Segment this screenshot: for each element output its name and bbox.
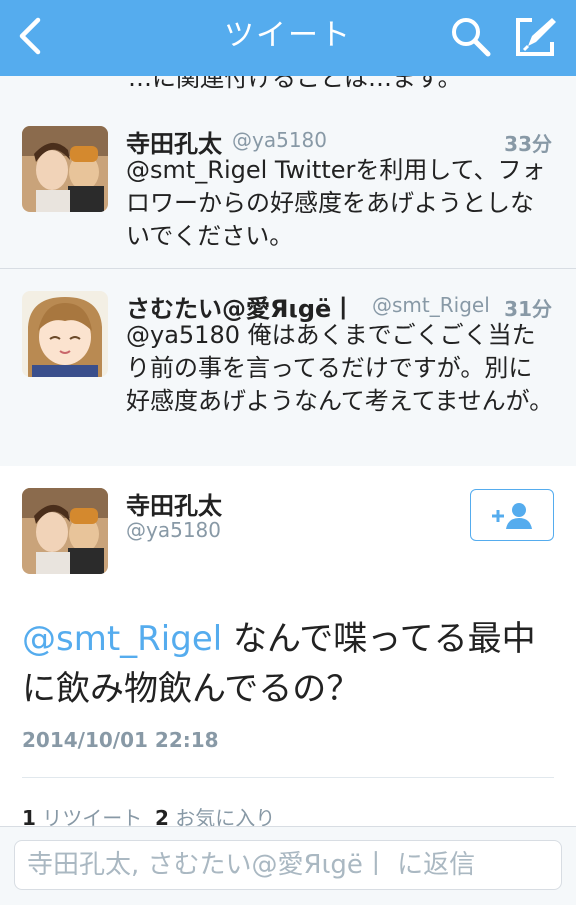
tweet-text: @ya5180 俺はあくまでごくごく当たり前の事を言ってるだけですが。別に好感度… xyxy=(126,321,554,415)
tweet-detail: 寺田孔太 @ya5180 @smt_Rigel なんで喋ってる最中に飲み物飲んで… xyxy=(0,466,576,830)
reply-bar xyxy=(0,826,576,905)
tweet-item[interactable]: さむたい@愛Яιgё丨 @smt_Rigel 31分 @ya5180 俺はあくま… xyxy=(0,269,576,467)
tweet-item[interactable]: 寺田孔太 @ya5180 33分 @smt_Rigel Twitterを利用して… xyxy=(0,104,576,269)
add-user-icon xyxy=(491,502,532,529)
detail-author-name: 寺田孔太 xyxy=(126,492,222,520)
divider xyxy=(22,777,554,778)
search-icon[interactable] xyxy=(448,14,492,58)
tweet-time: 31分 xyxy=(504,297,552,321)
mention-link[interactable]: @smt_Rigel xyxy=(22,619,222,659)
avatar[interactable] xyxy=(22,291,108,377)
detail-author-handle: @ya5180 xyxy=(126,518,221,542)
tweet-time: 33分 xyxy=(504,132,552,156)
follow-button[interactable] xyxy=(470,489,554,541)
tweet-author-handle: @ya5180 xyxy=(232,128,327,152)
tweet-text: @smt_Rigel Twitterを利用して、フォロワーからの好感度をあげよう… xyxy=(126,156,546,250)
avatar[interactable] xyxy=(22,126,108,212)
avatar[interactable] xyxy=(22,488,108,574)
nav-bar: ツイート xyxy=(0,0,576,76)
detail-timestamp: 2014/10/01 22:18 xyxy=(22,728,219,752)
detail-tweet-text: @smt_Rigel なんで喋ってる最中に飲み物飲んでるの？ xyxy=(22,614,562,714)
tweet-author-handle: @smt_Rigel xyxy=(372,293,490,317)
partial-tweet-text: …に関連付けることは…ます。 xyxy=(128,76,462,92)
compose-icon[interactable] xyxy=(512,14,560,60)
partial-tweet[interactable]: …に関連付けることは…ます。 xyxy=(0,76,576,105)
reply-input[interactable] xyxy=(14,840,562,890)
